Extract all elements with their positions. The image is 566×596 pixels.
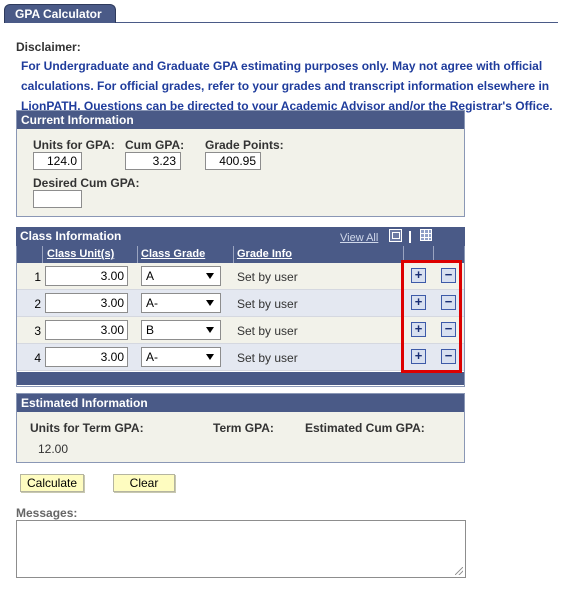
row-number: 3 (34, 324, 41, 338)
class-grade-select[interactable]: A (141, 266, 221, 286)
calculate-button[interactable]: Calculate (20, 474, 84, 492)
grade-info-text: Set by user (237, 324, 298, 338)
cum-gpa-label: Cum GPA: (125, 138, 185, 152)
header-separator (409, 231, 411, 243)
messages-label: Messages: (16, 506, 78, 520)
row-number: 4 (34, 351, 41, 365)
estimated-cum-gpa-label: Estimated Cum GPA: (305, 421, 425, 435)
class-grade-select[interactable]: B (141, 320, 221, 340)
grade-info-text: Set by user (237, 270, 298, 284)
tab-gpa-calculator[interactable]: GPA Calculator (4, 4, 116, 23)
grid-footer (17, 372, 464, 385)
estimated-information-header: Estimated Information (17, 394, 464, 412)
dropdown-arrow-icon (206, 300, 214, 306)
download-grid-icon[interactable] (420, 229, 432, 241)
class-units-input[interactable]: 3.00 (45, 347, 128, 367)
row-number: 2 (34, 297, 41, 311)
dropdown-arrow-icon (206, 273, 214, 279)
disclaimer-line: calculations. For official grades, refer… (21, 79, 550, 93)
col-header-grade-info[interactable]: Grade Info (237, 248, 292, 260)
desired-cum-gpa-label: Desired Cum GPA: (33, 176, 140, 190)
grade-points-value: 400.95 (205, 152, 261, 170)
zoom-icon[interactable] (389, 229, 402, 242)
desired-cum-gpa-input[interactable] (33, 190, 82, 208)
class-grade-select[interactable]: A- (141, 347, 221, 367)
column-separator (42, 246, 43, 263)
tab-divider (116, 22, 558, 23)
column-separator (137, 246, 138, 263)
term-gpa-label: Term GPA: (213, 421, 274, 435)
col-header-class-grade[interactable]: Class Grade (141, 248, 205, 260)
disclaimer-line: For Undergraduate and Graduate GPA estim… (21, 59, 543, 73)
highlight-box (401, 260, 462, 373)
class-grade-value: B (146, 323, 155, 337)
units-for-gpa-value: 124.0 (33, 152, 82, 170)
grade-info-text: Set by user (237, 351, 298, 365)
grade-points-label: Grade Points: (205, 138, 284, 152)
row-number: 1 (34, 270, 41, 284)
grade-info-text: Set by user (237, 297, 298, 311)
class-units-input[interactable]: 3.00 (45, 266, 128, 286)
cum-gpa-value: 3.23 (125, 152, 181, 170)
view-all-link[interactable]: View All (340, 232, 378, 244)
column-separator (233, 246, 234, 263)
dropdown-arrow-icon (206, 327, 214, 333)
dropdown-arrow-icon (206, 354, 214, 360)
current-information-header: Current Information (17, 111, 464, 129)
disclaimer-text: For Undergraduate and Graduate GPA estim… (21, 56, 561, 116)
units-for-term-gpa-label: Units for Term GPA: (30, 421, 144, 435)
clear-button[interactable]: Clear (113, 474, 175, 492)
units-for-term-gpa-value: 12.00 (38, 442, 69, 456)
messages-textarea[interactable] (16, 520, 466, 578)
class-grade-value: A (146, 269, 155, 283)
class-grade-select[interactable]: A- (141, 293, 221, 313)
class-units-input[interactable]: 3.00 (45, 293, 128, 313)
units-for-gpa-label: Units for GPA: (33, 138, 115, 152)
class-units-input[interactable]: 3.00 (45, 320, 128, 340)
col-header-class-units[interactable]: Class Unit(s) (47, 248, 114, 260)
class-grade-value: A- (146, 296, 158, 310)
class-grade-value: A- (146, 350, 158, 364)
tab-bar: GPA Calculator (0, 0, 566, 23)
disclaimer-label: Disclaimer: (16, 40, 81, 54)
resize-handle-icon[interactable] (455, 567, 463, 575)
